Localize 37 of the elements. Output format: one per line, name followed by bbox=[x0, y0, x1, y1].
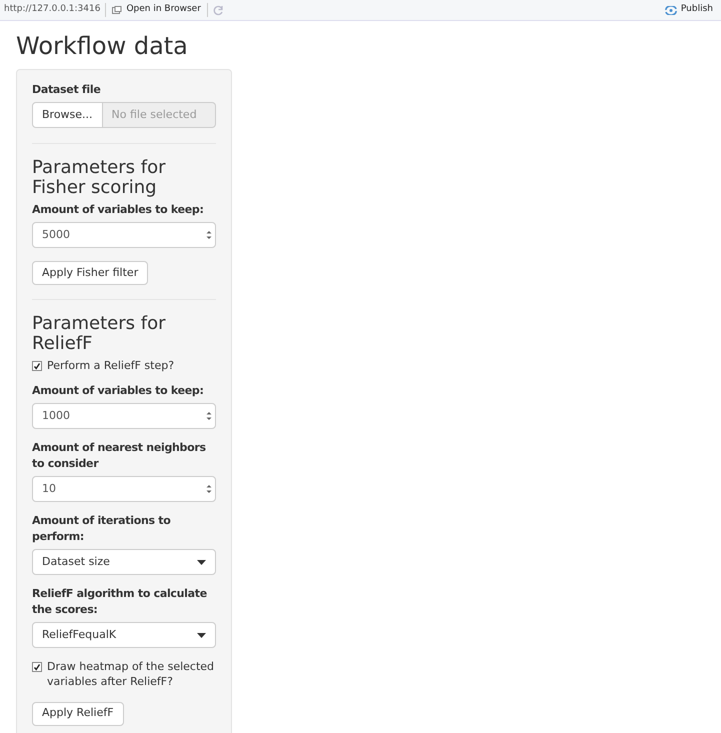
window-icon bbox=[112, 6, 122, 14]
dropdown-select[interactable]: ReliefFequalK bbox=[32, 622, 216, 648]
browse-button[interactable]: Browse... bbox=[32, 102, 103, 128]
publish-button[interactable]: Publish bbox=[664, 3, 717, 17]
number-field[interactable]: 5000 bbox=[32, 222, 216, 248]
spinner-icon[interactable] bbox=[206, 484, 212, 494]
spinner-icon[interactable] bbox=[206, 230, 212, 240]
dropdown-select[interactable]: Dataset size bbox=[32, 549, 216, 576]
selected-value: ReliefFequalK bbox=[42, 627, 118, 643]
publish-icon bbox=[664, 6, 677, 14]
checkbox-label: Perform a ReliefF step? bbox=[47, 358, 174, 374]
field-label: Amount of variables to keep: bbox=[32, 202, 205, 218]
field-label: Dataset file bbox=[32, 82, 102, 98]
url-text: http://127.0.0.1:3416 bbox=[4, 3, 106, 17]
number-field[interactable]: 10 bbox=[32, 476, 216, 502]
field-label: ReliefF algorithm to calculate the scores: bbox=[32, 586, 208, 618]
field-value: 5000 bbox=[42, 226, 71, 243]
field-label: Amount of iterations to perform: bbox=[32, 513, 172, 546]
checkbox[interactable] bbox=[32, 361, 42, 372]
section-heading: Parameters for Fisher scoring bbox=[32, 158, 166, 198]
checkbox-label: Draw heatmap of the selected variables after ReliefF? bbox=[47, 659, 216, 690]
caret-icon bbox=[197, 560, 206, 565]
page-title: Workflow data bbox=[16, 31, 189, 61]
field-value: 10 bbox=[42, 481, 57, 497]
field-value: 1000 bbox=[42, 408, 71, 424]
spinner-icon[interactable] bbox=[206, 411, 212, 422]
field-label: Amount of variables to keep: bbox=[32, 383, 205, 400]
selected-value: Dataset size bbox=[42, 554, 111, 570]
checkbox[interactable] bbox=[32, 662, 42, 672]
section-heading: Parameters for ReliefF bbox=[32, 314, 166, 354]
open-in-browser-button[interactable]: Open in Browser bbox=[106, 3, 208, 17]
apply-button[interactable]: Apply Fisher filter bbox=[32, 261, 148, 286]
file-name-field[interactable]: No file selected bbox=[102, 102, 216, 128]
caret-icon bbox=[197, 632, 206, 638]
number-field[interactable]: 1000 bbox=[32, 403, 216, 430]
field-label: Amount of nearest neighbors to consider bbox=[32, 440, 207, 472]
apply-button[interactable]: Apply ReliefF bbox=[32, 702, 124, 726]
